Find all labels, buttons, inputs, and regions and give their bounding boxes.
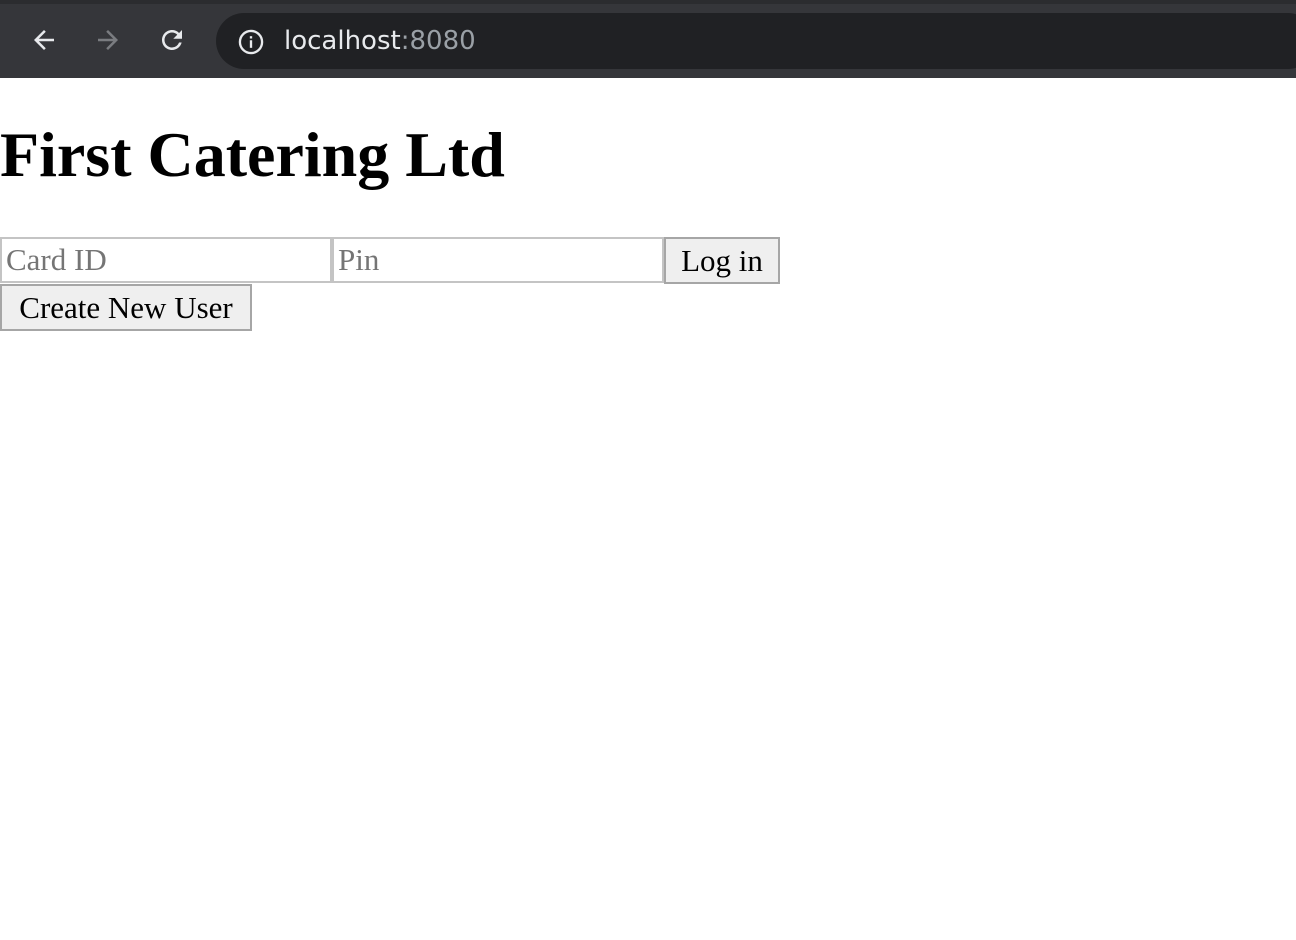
page-content: First Catering Ltd Log in Create New Use… (0, 78, 1296, 940)
browser-toolbar: localhost:8080 (0, 0, 1296, 78)
card-id-input[interactable] (0, 237, 332, 283)
url-port: :8080 (400, 26, 476, 56)
reload-button[interactable] (154, 22, 190, 58)
pin-input[interactable] (332, 237, 664, 283)
arrow-left-icon (34, 30, 54, 50)
url-text: localhost:8080 (284, 26, 476, 56)
site-info-button[interactable] (236, 27, 266, 57)
login-button[interactable]: Log in (664, 237, 780, 284)
info-icon (238, 29, 264, 55)
back-button[interactable] (26, 22, 62, 58)
address-bar[interactable]: localhost:8080 (216, 13, 1296, 69)
forward-button[interactable] (90, 22, 126, 58)
create-new-user-button[interactable]: Create New User (0, 284, 252, 331)
page-title: First Catering Ltd (0, 119, 505, 190)
arrow-right-icon (98, 30, 118, 50)
reload-icon (162, 30, 182, 50)
url-host: localhost (284, 26, 401, 56)
